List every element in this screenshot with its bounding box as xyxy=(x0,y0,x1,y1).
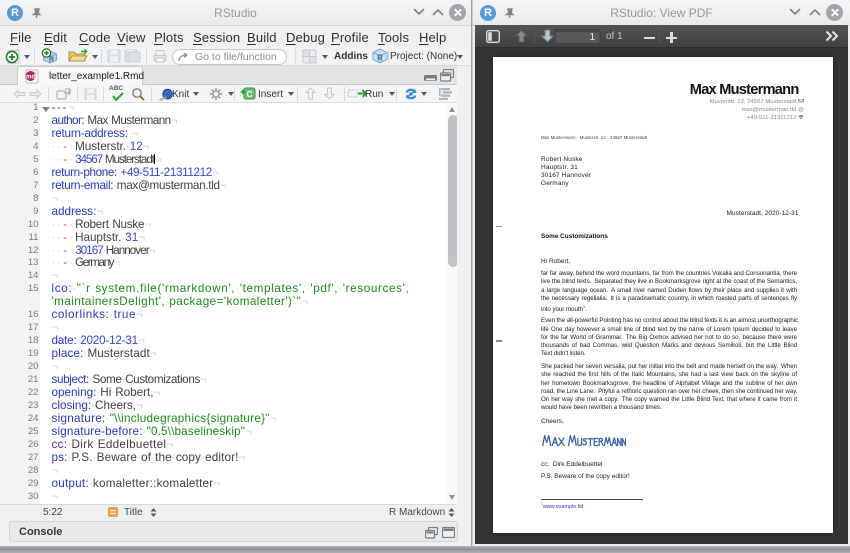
svg-text:R: R xyxy=(377,54,383,63)
svg-text:C: C xyxy=(246,89,252,99)
svg-text:R: R xyxy=(49,57,54,64)
svg-text:md: md xyxy=(26,75,35,81)
